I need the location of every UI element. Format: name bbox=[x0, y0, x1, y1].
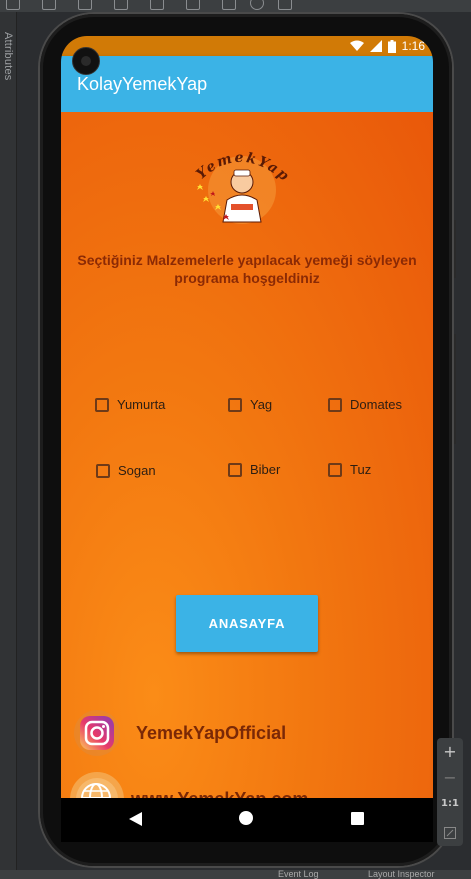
checkbox-box[interactable] bbox=[228, 397, 242, 412]
toolbar-icon[interactable] bbox=[114, 0, 128, 10]
layout-inspector-tab[interactable]: Layout Inspector bbox=[368, 869, 435, 879]
checkbox-label: Tuz bbox=[350, 462, 372, 477]
instagram-handle[interactable]: YemekYapOfficial bbox=[136, 723, 286, 744]
app-title: KolayYemekYap bbox=[77, 74, 208, 94]
toolbar-icon[interactable] bbox=[42, 0, 56, 10]
checkbox-biber[interactable]: Biber bbox=[228, 462, 280, 477]
toolbar-icon[interactable] bbox=[78, 0, 92, 10]
toolbar-icon[interactable] bbox=[6, 0, 20, 10]
event-log-tab[interactable]: Event Log bbox=[278, 869, 319, 879]
checkbox-box[interactable] bbox=[95, 397, 109, 412]
zoom-reset-button[interactable]: 1:1 bbox=[437, 798, 463, 809]
toolbar-icon[interactable] bbox=[186, 0, 200, 10]
status-time: 1:16 bbox=[401, 39, 425, 53]
checkbox-tuz[interactable]: Tuz bbox=[328, 462, 371, 477]
instagram-link[interactable]: YemekYapOfficial bbox=[74, 710, 286, 756]
website-link[interactable]: www.YemekYap.com bbox=[70, 772, 308, 798]
welcome-line-2: programa hoşgeldiniz bbox=[174, 270, 320, 286]
signal-icon bbox=[369, 40, 382, 52]
checkbox-label: Domates bbox=[350, 397, 403, 412]
toolbar-icon[interactable] bbox=[222, 0, 236, 10]
back-icon[interactable] bbox=[129, 812, 142, 826]
welcome-line-1: Seçtiğiniz Malzemelerle yapılacak yemeği… bbox=[77, 252, 417, 268]
recent-apps-icon[interactable] bbox=[351, 812, 364, 825]
checkbox-box[interactable] bbox=[96, 463, 110, 478]
app-bar: KolayYemekYap bbox=[61, 56, 433, 112]
checkbox-yumurta[interactable]: Yumurta bbox=[95, 397, 165, 412]
checkbox-box[interactable] bbox=[328, 462, 342, 477]
checkbox-label: Sogan bbox=[118, 463, 156, 478]
navigation-bar bbox=[61, 798, 433, 842]
wifi-icon bbox=[349, 40, 364, 51]
ide-side-panel: Attributes bbox=[0, 12, 17, 870]
checkbox-label: Yumurta bbox=[117, 397, 166, 412]
checkbox-domates[interactable]: Domates bbox=[328, 397, 402, 412]
checkbox-sogan[interactable]: Sogan bbox=[96, 463, 156, 478]
ide-toolbar bbox=[0, 0, 471, 12]
yemekyap-logo: YemekYap bbox=[187, 140, 297, 230]
anasayfa-button[interactable]: ANASAYFA bbox=[176, 595, 318, 652]
toolbar-icon[interactable] bbox=[278, 0, 292, 10]
zoom-out-button[interactable]: − bbox=[437, 768, 463, 787]
home-icon[interactable] bbox=[239, 811, 253, 825]
toolbar-icon[interactable] bbox=[150, 0, 164, 10]
front-camera-icon bbox=[72, 47, 100, 75]
phone-screen: 1:16 KolayYemekYap YemekYap Seçtiğiniz M… bbox=[61, 36, 433, 798]
ide-status-bar: Event Log Layout Inspector bbox=[0, 869, 471, 879]
toolbar-icon[interactable] bbox=[250, 0, 264, 10]
checkbox-label: Biber bbox=[250, 462, 281, 477]
checkbox-box[interactable] bbox=[328, 397, 342, 412]
attributes-tab[interactable]: Attributes bbox=[2, 32, 14, 80]
attributes-tab-label: Attributes bbox=[2, 32, 14, 81]
globe-icon[interactable] bbox=[70, 772, 124, 798]
main-content: YemekYap Seçtiğiniz Malzemelerle yapılac… bbox=[61, 112, 433, 798]
website-url[interactable]: www.YemekYap.com bbox=[131, 789, 308, 799]
battery-icon bbox=[387, 39, 396, 53]
checkbox-yag[interactable]: Yag bbox=[228, 397, 272, 412]
phone-volume-button bbox=[452, 334, 456, 444]
status-bar: 1:16 bbox=[61, 36, 433, 56]
fit-screen-icon[interactable] bbox=[437, 824, 463, 843]
phone-power-button bbox=[452, 220, 456, 278]
checkbox-box[interactable] bbox=[228, 462, 242, 477]
zoom-in-button[interactable]: + bbox=[437, 742, 463, 761]
instagram-icon[interactable] bbox=[74, 710, 120, 756]
welcome-text: Seçtiğiniz Malzemelerle yapılacak yemeği… bbox=[61, 251, 433, 287]
checkbox-label: Yag bbox=[250, 397, 273, 412]
zoom-controls: + − 1:1 bbox=[437, 738, 463, 846]
